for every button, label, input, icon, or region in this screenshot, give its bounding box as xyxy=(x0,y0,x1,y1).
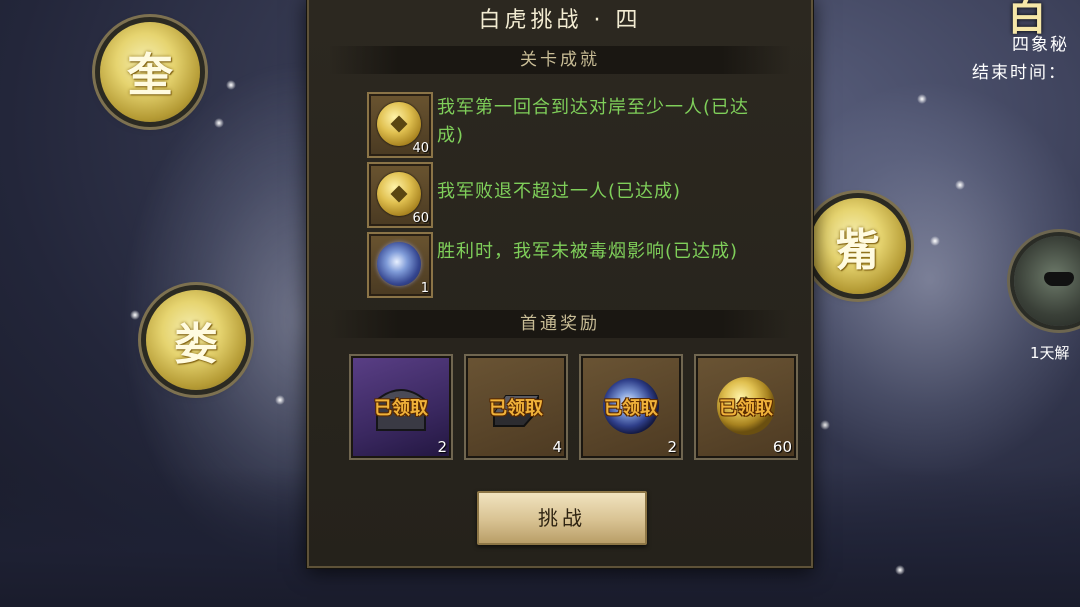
star xyxy=(895,565,905,575)
reward-slot-ingot[interactable]: 已领取 4 xyxy=(464,354,568,460)
claimed-label: 已领取 xyxy=(374,398,428,419)
stage-detail-panel: 白虎挑战 · 四 关卡成就 40 我军第一回合到达对岸至少一人(已达成) 60 … xyxy=(307,0,813,568)
claimed-label: 已领取 xyxy=(719,398,773,419)
lock-icon xyxy=(1044,272,1074,286)
map-node-zi[interactable]: 觜 xyxy=(810,198,906,294)
first-clear-rewards-header: 首通奖励 xyxy=(329,310,791,338)
claimed-label: 已领取 xyxy=(489,398,543,419)
panel-title: 白虎挑战 · 四 xyxy=(478,8,642,33)
achievement-text: 我军败退不超过一人(已达成) xyxy=(437,181,682,202)
map-node-label: 觜 xyxy=(836,225,880,276)
reward-count: 60 xyxy=(772,438,792,456)
star xyxy=(820,420,830,430)
achievement-reward-slot[interactable]: 60 xyxy=(367,162,433,228)
reward-slot-orb[interactable]: 已领取 2 xyxy=(579,354,683,460)
reward-count: 2 xyxy=(667,438,677,456)
event-subtitle: 四象秘 xyxy=(1012,35,1069,55)
achievement-reward-slot[interactable]: 40 xyxy=(367,92,433,158)
map-node-lou[interactable]: 娄 xyxy=(146,290,246,390)
star xyxy=(275,395,285,405)
star xyxy=(930,236,940,246)
achievement-text: 胜利时，我军未被毒烟影响(已达成) xyxy=(437,241,739,262)
reward-count: 1 xyxy=(420,281,429,296)
star xyxy=(130,310,140,320)
reward-count: 60 xyxy=(412,211,429,226)
reward-count: 2 xyxy=(437,438,447,456)
achievements-header: 关卡成就 xyxy=(329,46,791,74)
achievement-text: 我军第一回合到达对岸至少一人(已达成) xyxy=(437,97,750,146)
map-node-label: 奎 xyxy=(127,48,173,102)
star xyxy=(214,118,224,128)
star xyxy=(955,180,965,190)
claimed-label: 已领取 xyxy=(604,398,658,419)
unlock-timer-label: 1天解 xyxy=(1030,344,1070,362)
star xyxy=(226,80,236,90)
challenge-button[interactable]: 挑战 xyxy=(477,491,647,545)
end-time-label: 结束时间： xyxy=(972,63,1067,83)
coin-icon xyxy=(377,102,421,146)
achievement-reward-slot[interactable]: 1 xyxy=(367,232,433,298)
star xyxy=(917,94,927,104)
map-node-label: 娄 xyxy=(174,319,218,370)
reward-count: 40 xyxy=(412,141,429,156)
reward-count: 4 xyxy=(552,438,562,456)
reward-slot-chest[interactable]: 已领取 2 xyxy=(349,354,453,460)
orb-icon xyxy=(377,242,421,286)
map-node-kui[interactable]: 奎 xyxy=(100,22,200,122)
reward-slot-coin[interactable]: 已领取 60 xyxy=(694,354,798,460)
coin-icon xyxy=(377,172,421,216)
